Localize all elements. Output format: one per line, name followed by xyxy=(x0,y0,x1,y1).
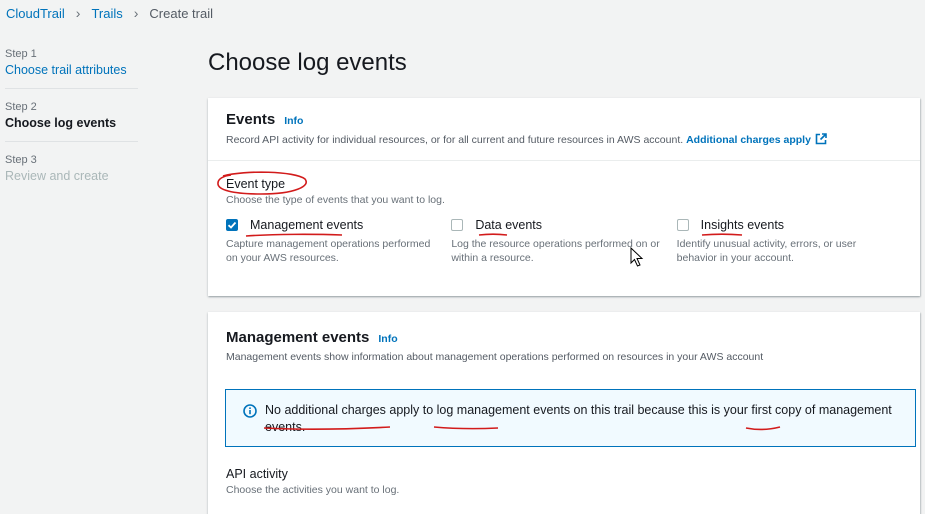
insights-events-description: Identify unusual activity, errors, or us… xyxy=(676,238,857,264)
management-events-checkbox[interactable] xyxy=(226,219,238,231)
data-events-label[interactable]: Data events xyxy=(475,218,542,236)
alert-text-part: first xyxy=(751,403,772,417)
checkmark-icon xyxy=(227,221,237,229)
info-alert-text: No additional charges apply to log manag… xyxy=(265,402,899,436)
api-activity-field: API activity Choose the activities you w… xyxy=(208,447,920,496)
alert-text-part: apply to xyxy=(385,403,437,417)
chevron-right-icon: › xyxy=(75,5,81,21)
option-management-events: Management events Capture management ope… xyxy=(226,218,451,265)
data-events-checkbox[interactable] xyxy=(451,219,464,231)
breadcrumb-current: Create trail xyxy=(149,5,213,21)
step-number: Step 3 xyxy=(5,154,37,166)
external-link-icon xyxy=(815,133,827,145)
event-type-label: Event type xyxy=(226,177,286,191)
alert-text-part: copy xyxy=(775,403,802,417)
breadcrumb: CloudTrail › Trails › Create trail xyxy=(6,5,213,21)
info-circle-icon xyxy=(243,404,257,418)
page-title: Choose log events xyxy=(208,49,407,76)
management-events-panel-description: Management events show information about… xyxy=(226,351,764,363)
step-2: Step 2 Choose log events xyxy=(5,101,138,142)
breadcrumb-trails[interactable]: Trails xyxy=(91,6,122,21)
api-activity-description: Choose the activities you want to log. xyxy=(226,484,400,496)
events-panel: Events Info Record API activity for indi… xyxy=(208,98,920,296)
management-events-description: Capture management operations performed … xyxy=(226,238,431,264)
chevron-right-icon: › xyxy=(133,5,139,21)
management-events-label[interactable]: Management events xyxy=(245,218,363,237)
step-3: Step 3 Review and create xyxy=(5,154,138,194)
events-info-link[interactable]: Info xyxy=(284,115,303,127)
event-type-description: Choose the type of events that you want … xyxy=(226,194,445,206)
step-1-link[interactable]: Choose trail attributes xyxy=(5,63,138,77)
alert-text-part: events on this trail because this is you… xyxy=(529,403,752,417)
insights-events-label[interactable]: Insights events xyxy=(701,218,784,236)
events-description: Record API activity for individual resou… xyxy=(226,133,902,146)
step-number: Step 2 xyxy=(5,101,37,113)
alert-text-part: log management xyxy=(436,403,530,417)
events-heading: Events xyxy=(226,111,276,128)
wizard-steps: Step 1 Choose trail attributes Step 2 Ch… xyxy=(5,48,138,206)
breadcrumb-cloudtrail[interactable]: CloudTrail xyxy=(6,6,65,21)
alert-text-part: No additional charges xyxy=(265,403,386,417)
step-number: Step 1 xyxy=(5,48,37,60)
management-events-heading: Management events xyxy=(226,329,370,346)
event-type-field: Event type Choose the type of events tha… xyxy=(208,161,920,265)
insights-events-checkbox[interactable] xyxy=(676,219,689,231)
step-3-label: Review and create xyxy=(5,169,109,183)
step-2-current: Choose log events xyxy=(5,116,117,130)
option-insights-events: Insights events Identify unusual activit… xyxy=(676,218,902,265)
step-1: Step 1 Choose trail attributes xyxy=(5,48,138,89)
info-alert: No additional charges apply to log manag… xyxy=(225,389,916,447)
additional-charges-link[interactable]: Additional charges apply xyxy=(686,133,827,146)
api-activity-label: API activity xyxy=(226,467,288,481)
management-events-panel: Management events Info Management events… xyxy=(208,312,920,514)
event-type-options: Management events Capture management ope… xyxy=(226,218,902,265)
management-events-info-link[interactable]: Info xyxy=(378,333,397,345)
mouse-pointer-icon xyxy=(630,247,644,267)
